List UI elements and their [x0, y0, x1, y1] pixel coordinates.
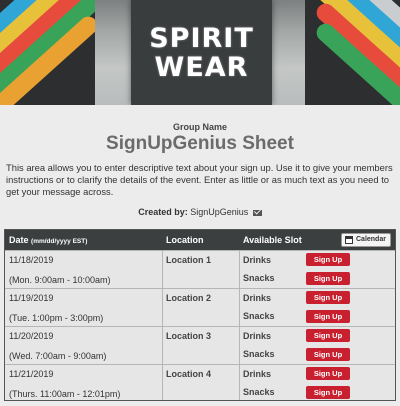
row-time: (Thurs. 11:00am - 12:01pm)	[9, 389, 121, 399]
sign-up-button[interactable]: Sign Up	[306, 348, 350, 361]
sign-up-button[interactable]: Sign Up	[306, 386, 350, 399]
row-date: 11/19/2019	[9, 293, 54, 303]
logo-line-1: SPIRIT	[149, 22, 254, 54]
sign-up-button[interactable]: Sign Up	[306, 253, 350, 266]
table-header: Date (mm/dd/yyyy EST) Location Available…	[5, 230, 395, 250]
row-date: 11/18/2019	[9, 255, 54, 265]
sign-up-button[interactable]: Sign Up	[306, 329, 350, 342]
slot-drinks: Drinks	[243, 255, 272, 265]
table-row: 11/20/2019 (Wed. 7:00am - 9:00am) Locati…	[5, 326, 395, 364]
calendar-button[interactable]: Calendar	[341, 233, 391, 247]
table-row: 11/19/2019 (Tue. 1:00pm - 3:00pm) Locati…	[5, 288, 395, 326]
row-date: 11/21/2019	[9, 369, 54, 379]
table-row: 11/18/2019 (Mon. 9:00am - 10:00am) Locat…	[5, 250, 395, 288]
sheet-description: This area allows you to enter descriptiv…	[6, 162, 393, 197]
sign-up-button[interactable]: Sign Up	[306, 272, 350, 285]
created-by-label: Created by:	[138, 207, 188, 217]
slot-snacks: Snacks	[243, 387, 275, 397]
sign-up-button[interactable]: Sign Up	[306, 310, 350, 323]
row-time: (Wed. 7:00am - 9:00am)	[9, 351, 107, 361]
table-row: 11/21/2019 (Thurs. 11:00am - 12:01pm) Lo…	[5, 364, 395, 402]
sign-up-button[interactable]: Sign Up	[306, 291, 350, 304]
signup-table: Date (mm/dd/yyyy EST) Location Available…	[4, 229, 396, 401]
slot-drinks: Drinks	[243, 331, 272, 341]
row-time: (Mon. 9:00am - 10:00am)	[9, 275, 111, 285]
logo-line-2: WEAR	[154, 51, 249, 83]
date-column-header: Date (mm/dd/yyyy EST)	[9, 230, 87, 250]
row-location: Location 3	[166, 331, 212, 341]
date-format-label: (mm/dd/yyyy EST)	[31, 238, 88, 245]
header-banner: SPIRIT WEAR	[0, 0, 400, 105]
created-by-line: Created by: SignUpGenius	[0, 207, 400, 217]
folded-shirts-image-left	[0, 0, 95, 105]
row-date: 11/20/2019	[9, 331, 54, 341]
page-title: SignUpGenius Sheet	[106, 133, 294, 154]
row-time: (Tue. 1:00pm - 3:00pm)	[9, 313, 104, 323]
mail-icon[interactable]	[252, 209, 262, 216]
row-location: Location 2	[166, 293, 212, 303]
slot-column-header: Available Slot	[243, 235, 302, 245]
group-name: Group Name	[172, 122, 227, 132]
row-location: Location 4	[166, 369, 212, 379]
folded-shirts-image-right	[305, 0, 400, 105]
date-column-label: Date	[9, 235, 29, 245]
sign-up-button[interactable]: Sign Up	[306, 367, 350, 380]
row-location: Location 1	[166, 255, 212, 265]
slot-snacks: Snacks	[243, 349, 275, 359]
spirit-wear-logo: SPIRIT WEAR	[131, 0, 272, 105]
calendar-button-label: Calendar	[356, 236, 386, 243]
slot-drinks: Drinks	[243, 293, 272, 303]
calendar-icon	[345, 236, 353, 244]
slot-drinks: Drinks	[243, 369, 272, 379]
slot-snacks: Snacks	[243, 273, 275, 283]
slot-snacks: Snacks	[243, 311, 275, 321]
creator-name: SignUpGenius	[190, 207, 249, 217]
location-column-header: Location	[166, 235, 204, 245]
